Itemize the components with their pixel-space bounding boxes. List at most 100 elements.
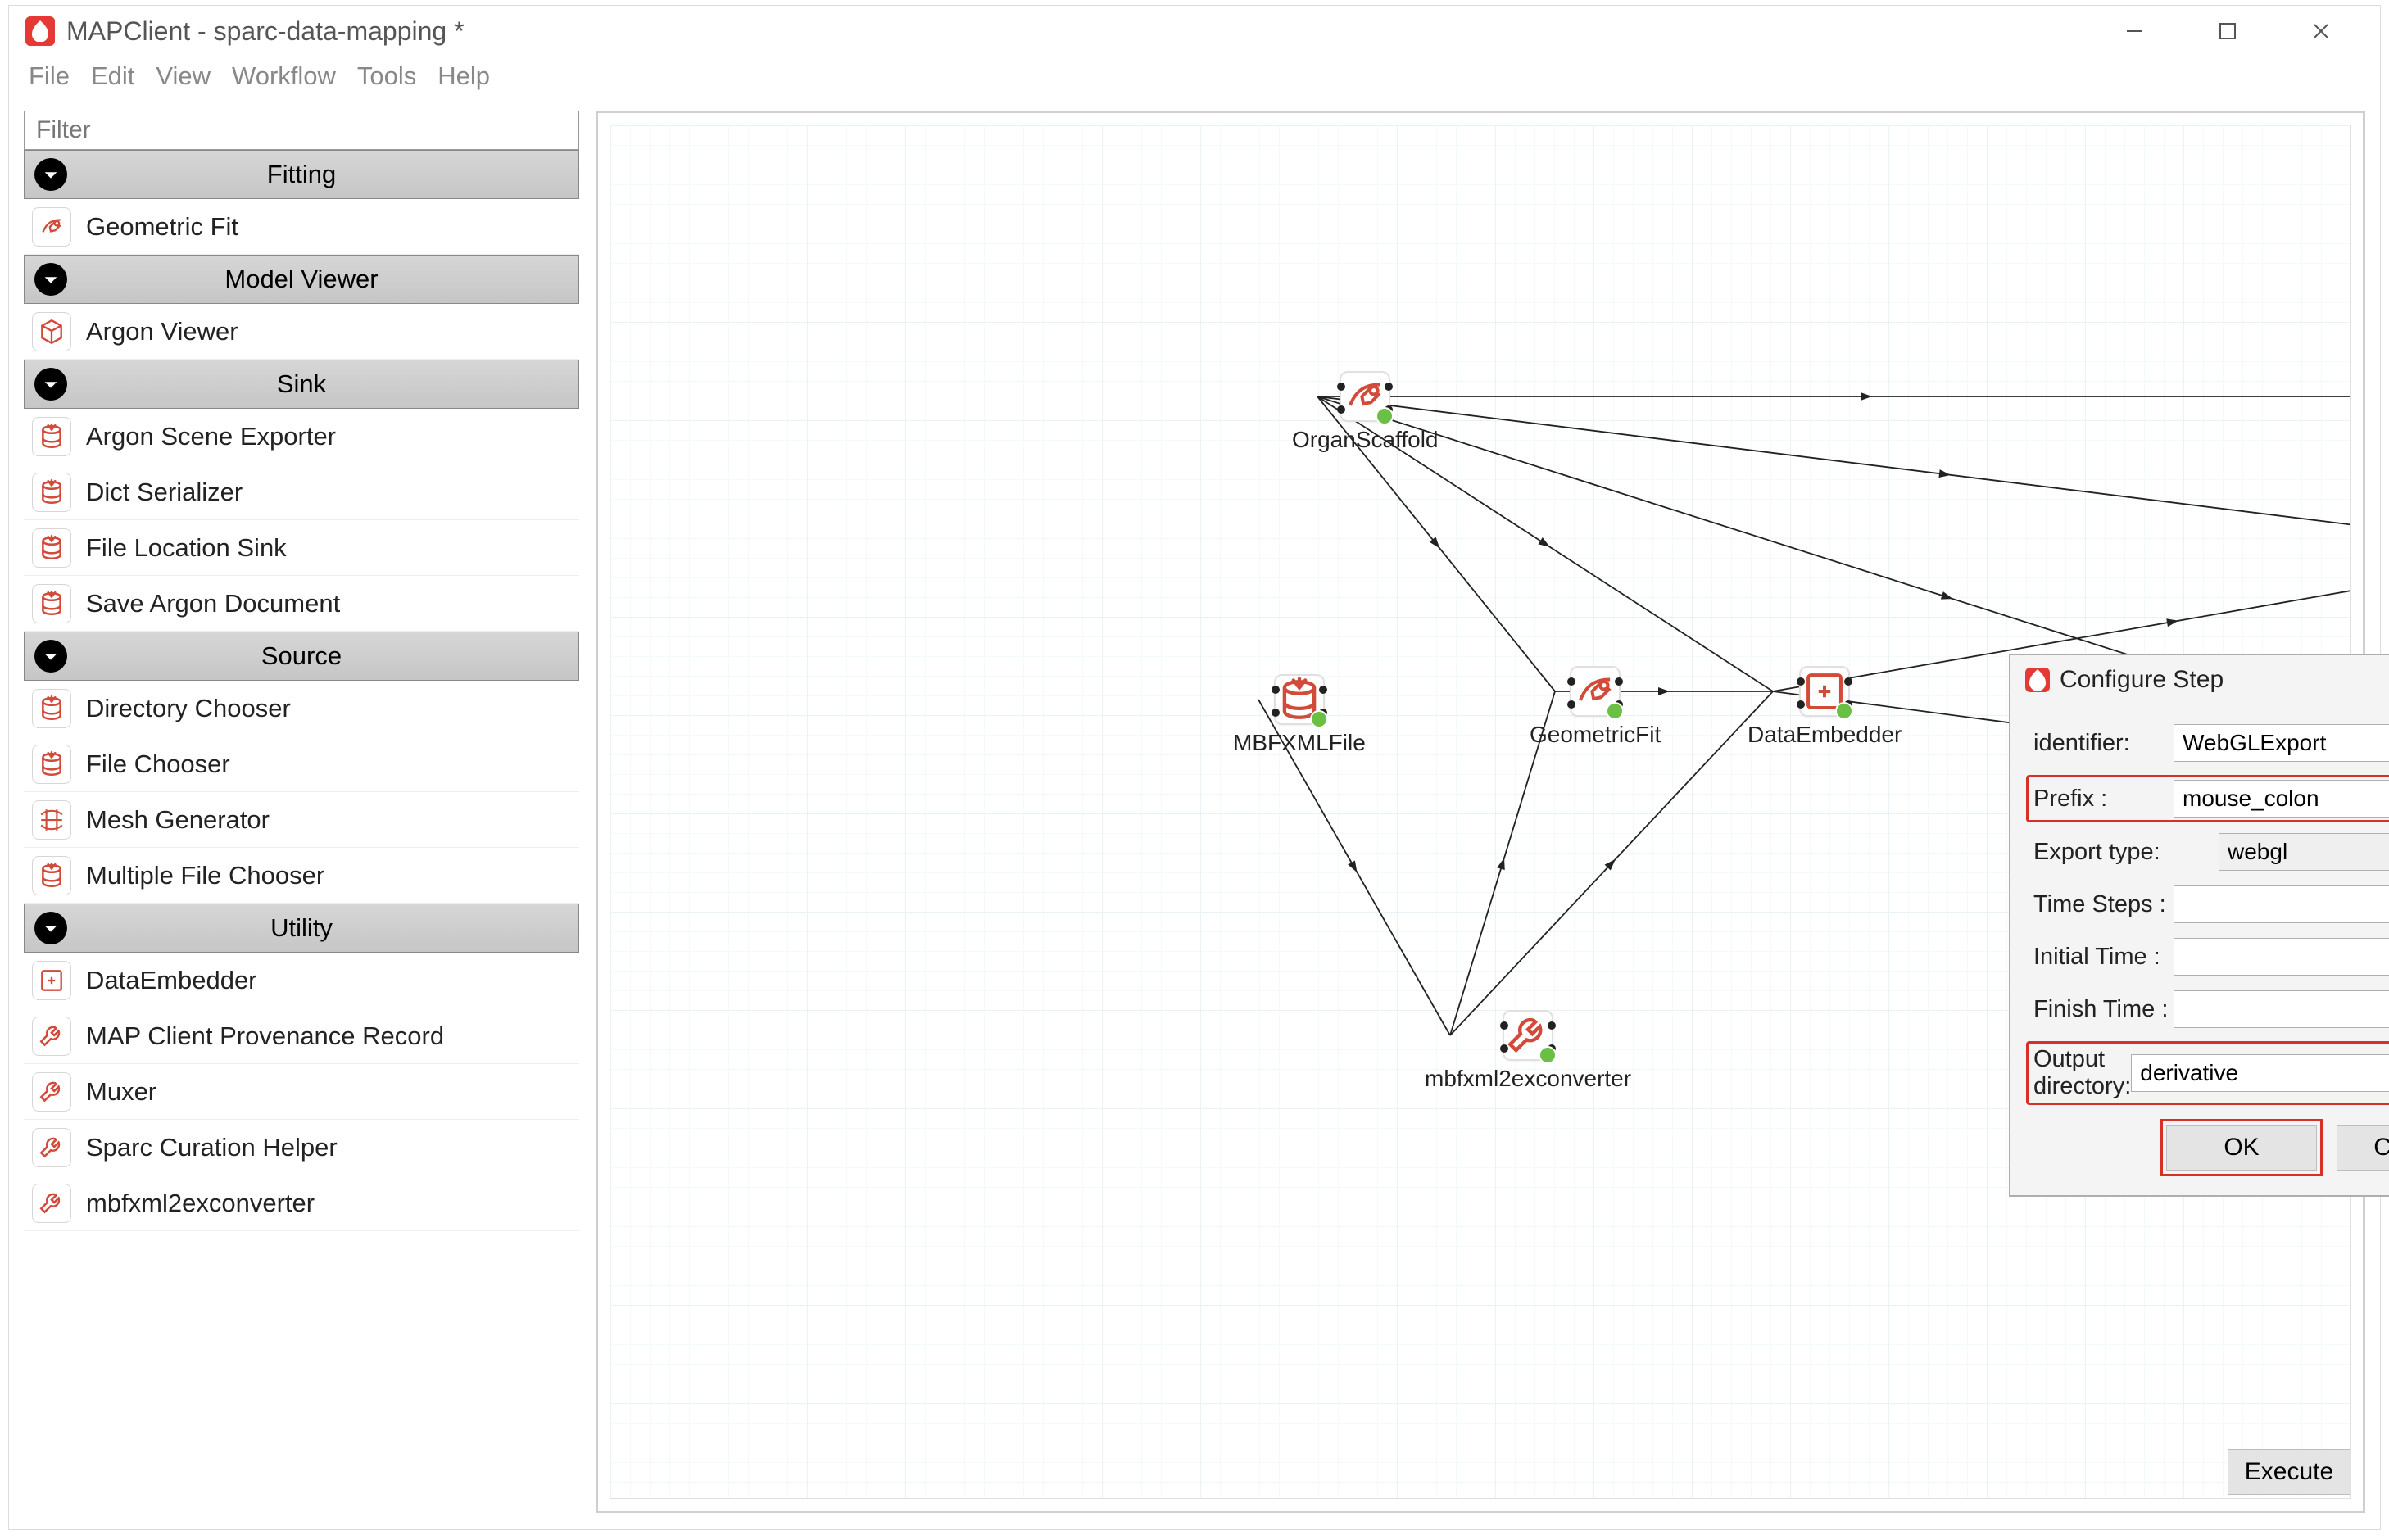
timesteps-label: Time Steps : — [2033, 891, 2174, 918]
mesh-icon — [32, 800, 71, 840]
embed-icon — [32, 961, 71, 1000]
export-type-select[interactable]: webgl — [2219, 833, 2389, 871]
finish-time-label: Finish Time : — [2033, 996, 2174, 1023]
node-mbfxml2exconverter[interactable]: mbfxml2exconverter — [1425, 1010, 1631, 1092]
palette-item-map-client-provenance-record[interactable]: MAP Client Provenance Record — [24, 1008, 579, 1064]
status-dot — [1606, 702, 1624, 720]
chevron-down-icon — [34, 640, 67, 673]
chevron-down-icon — [34, 912, 67, 944]
configure-step-dialog: Configure Step ? identifier: — [2009, 654, 2389, 1197]
palette-item-label: File Location Sink — [86, 533, 287, 563]
db-icon — [32, 856, 71, 895]
finish-time-input[interactable] — [2174, 990, 2389, 1028]
db-icon — [32, 689, 71, 728]
category-header-model-viewer[interactable]: Model Viewer — [24, 255, 579, 304]
status-dot — [1835, 702, 1853, 720]
minimize-button[interactable] — [2116, 13, 2152, 49]
palette-item-label: Geometric Fit — [86, 212, 238, 242]
db-icon — [32, 528, 71, 568]
node-organscaffold[interactable]: OrganScaffold — [1292, 371, 1439, 453]
dialog-title: Configure Step — [2060, 666, 2224, 694]
output-dir-label: Output directory: — [2033, 1046, 2131, 1100]
node-label: MBFXMLFile — [1233, 730, 1366, 756]
initial-time-label: Initial Time : — [2033, 944, 2174, 971]
palette-item-label: Dict Serializer — [86, 478, 243, 507]
menu-view[interactable]: View — [147, 60, 219, 93]
palette-item-save-argon-document[interactable]: Save Argon Document — [24, 576, 579, 632]
cancel-button[interactable]: Cancel — [2337, 1125, 2389, 1171]
palette-item-mesh-generator[interactable]: Mesh Generator — [24, 792, 579, 848]
palette-item-label: Argon Scene Exporter — [86, 422, 336, 451]
palette-item-mbfxml2exconverter[interactable]: mbfxml2exconverter — [24, 1175, 579, 1231]
palette-item-file-chooser[interactable]: File Chooser — [24, 736, 579, 792]
palette-item-sparc-curation-helper[interactable]: Sparc Curation Helper — [24, 1120, 579, 1175]
chevron-down-icon — [34, 158, 67, 191]
node-mbfxmlfile[interactable]: MBFXMLFile — [1233, 674, 1366, 756]
export-type-label: Export type: — [2033, 839, 2219, 866]
palette-item-label: Directory Chooser — [86, 694, 291, 723]
palette-item-directory-chooser[interactable]: Directory Chooser — [24, 681, 579, 736]
palette-item-argon-scene-exporter[interactable]: Argon Scene Exporter — [24, 409, 579, 464]
close-button[interactable] — [2303, 13, 2339, 49]
maximize-button[interactable] — [2210, 13, 2246, 49]
palette-item-label: Mesh Generator — [86, 805, 270, 835]
palette-item-label: MAP Client Provenance Record — [86, 1021, 444, 1051]
filter-input[interactable]: Filter — [24, 111, 579, 150]
palette-item-muxer[interactable]: Muxer — [24, 1064, 579, 1120]
status-dot — [1310, 710, 1328, 728]
menu-help[interactable]: Help — [429, 60, 498, 93]
palette-item-dataembedder[interactable]: DataEmbedder — [24, 953, 579, 1008]
menu-edit[interactable]: Edit — [83, 60, 143, 93]
chevron-down-icon — [34, 368, 67, 401]
wrench-icon — [32, 1017, 71, 1056]
palette-item-label: Argon Viewer — [86, 317, 238, 346]
node-label: DataEmbedder — [1748, 722, 1902, 748]
category-header-utility[interactable]: Utility — [24, 904, 579, 953]
identifier-input[interactable] — [2174, 724, 2389, 762]
category-header-source[interactable]: Source — [24, 632, 579, 681]
node-geometricfit[interactable]: GeometricFit — [1530, 666, 1661, 748]
db-icon — [32, 745, 71, 784]
identifier-label: identifier: — [2033, 730, 2174, 757]
dialog-app-icon — [2025, 668, 2050, 692]
ok-button[interactable]: OK — [2166, 1125, 2317, 1171]
prefix-label: Prefix : — [2033, 786, 2174, 813]
output-dir-input[interactable] — [2131, 1054, 2389, 1092]
wrench-icon — [32, 1072, 71, 1112]
menu-file[interactable]: File — [20, 60, 78, 93]
palette-item-argon-viewer[interactable]: Argon Viewer — [24, 304, 579, 360]
palette-item-dict-serializer[interactable]: Dict Serializer — [24, 464, 579, 520]
canvas-frame: OrganScaffoldScaffoldAnnotationsMBFXMLFi… — [596, 111, 2365, 1513]
palette-item-geometric-fit[interactable]: Geometric Fit — [24, 199, 579, 255]
status-dot — [1539, 1046, 1557, 1064]
app-icon — [25, 16, 55, 46]
initial-time-input[interactable] — [2174, 938, 2389, 976]
node-dataembedder[interactable]: DataEmbedder — [1748, 666, 1902, 748]
palette-item-label: Muxer — [86, 1077, 156, 1107]
node-label: GeometricFit — [1530, 722, 1661, 748]
status-dot — [1376, 407, 1394, 425]
chevron-down-icon — [34, 263, 67, 296]
window-title: MAPClient - sparc-data-mapping * — [66, 16, 2116, 47]
wrench-icon — [32, 1184, 71, 1223]
palette-item-label: File Chooser — [86, 750, 230, 779]
menu-workflow[interactable]: Workflow — [224, 60, 344, 93]
prefix-input[interactable] — [2174, 780, 2389, 818]
category-header-fitting[interactable]: Fitting — [24, 150, 579, 199]
palette-item-label: Save Argon Document — [86, 589, 340, 618]
db-icon — [32, 473, 71, 512]
timesteps-input[interactable] — [2174, 886, 2389, 923]
palette-item-multiple-file-chooser[interactable]: Multiple File Chooser — [24, 848, 579, 904]
palette-item-label: DataEmbedder — [86, 966, 257, 995]
category-header-sink[interactable]: Sink — [24, 360, 579, 409]
palette-item-label: Multiple File Chooser — [86, 861, 324, 890]
db-icon — [32, 417, 71, 456]
menubar: FileEditViewWorkflowToolsHelp — [9, 57, 2380, 104]
export-type-value: webgl — [2228, 839, 2287, 865]
node-label: OrganScaffold — [1292, 427, 1439, 453]
menu-tools[interactable]: Tools — [349, 60, 424, 93]
execute-button[interactable]: Execute — [2228, 1449, 2350, 1495]
palette-item-file-location-sink[interactable]: File Location Sink — [24, 520, 579, 576]
cube-icon — [32, 312, 71, 351]
titlebar: MAPClient - sparc-data-mapping * — [9, 6, 2380, 57]
